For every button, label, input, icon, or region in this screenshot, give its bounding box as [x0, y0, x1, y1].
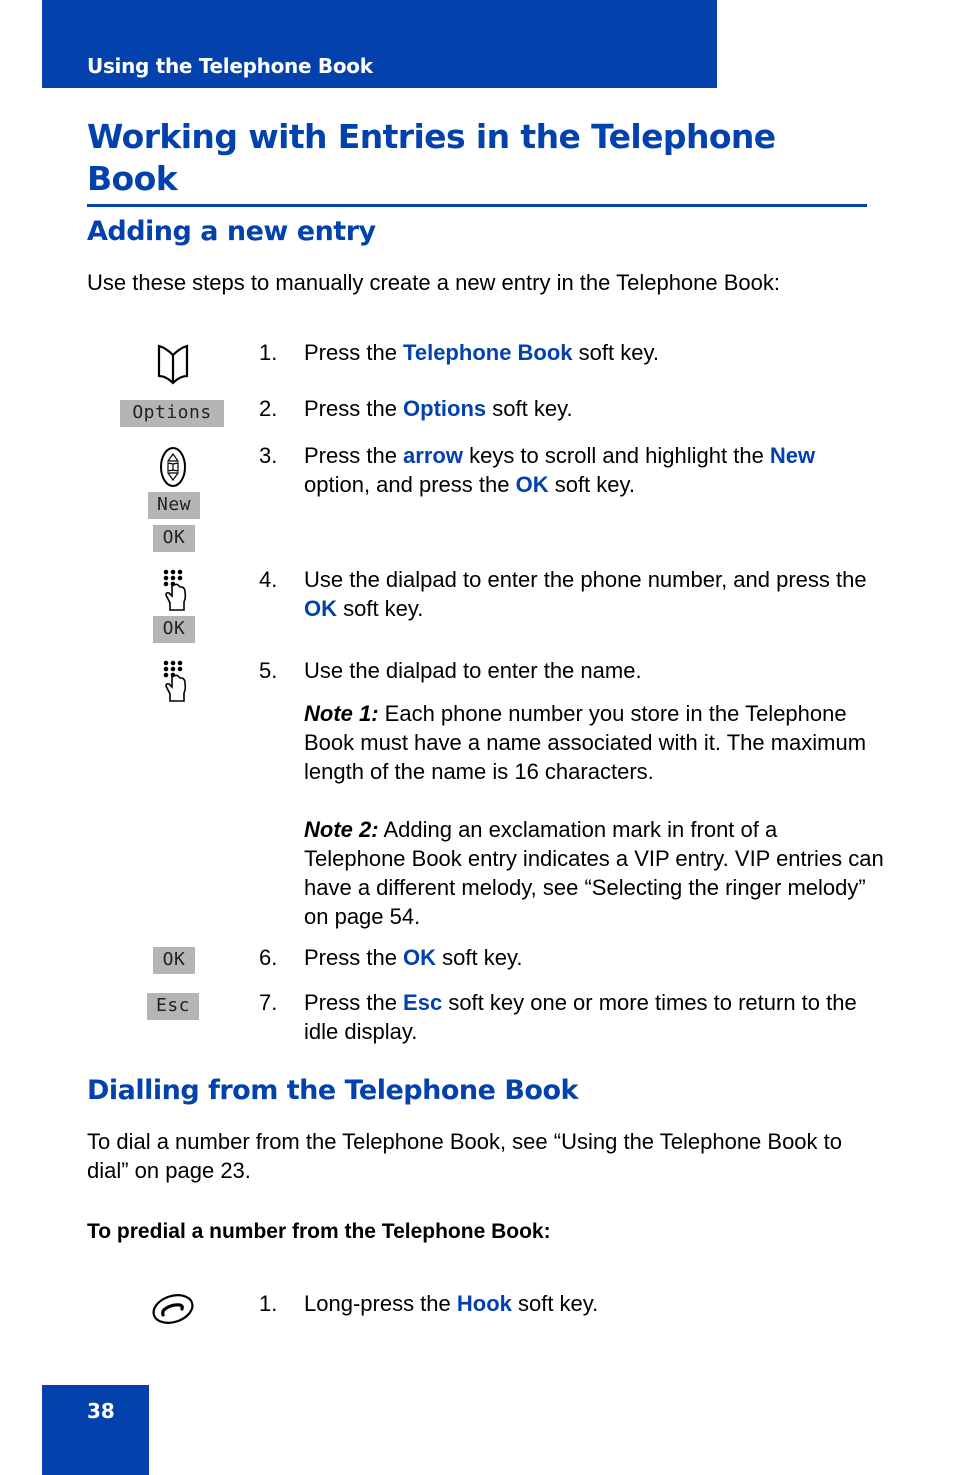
- heading-dialling: Dialling from the Telephone Book: [87, 1075, 578, 1106]
- adding-intro: Use these steps to manually create a new…: [87, 270, 781, 295]
- softkey-new: New: [148, 492, 200, 519]
- keyword: Hook: [456, 1291, 512, 1316]
- navigation-arrow-keys-icon: [160, 447, 186, 487]
- keyword: Telephone Book: [403, 340, 573, 365]
- softkey-ok: OK: [153, 525, 195, 552]
- softkey-ok: OK: [153, 947, 195, 974]
- keyword: Options: [403, 396, 487, 421]
- predial-step-1: 1. Long-press the Hook soft key.: [259, 1291, 599, 1316]
- keyword: OK: [304, 596, 337, 621]
- predial-subheading: To predial a number from the Telephone B…: [87, 1220, 551, 1243]
- note-1: Note 1: Each phone number you store in t…: [304, 701, 867, 784]
- heading-adding-entry: Adding a new entry: [87, 216, 376, 247]
- dialling-intro: To dial a number from the Telephone Book…: [87, 1129, 843, 1183]
- hook-handset-icon: [152, 1294, 194, 1324]
- dialpad-hand-icon: [163, 569, 187, 611]
- step-7: 7. Press the Esc soft key one or more ti…: [259, 990, 857, 1044]
- keyword: OK: [403, 945, 437, 970]
- softkey-esc: Esc: [147, 993, 199, 1020]
- step-3: 3. Press the arrow keys to scroll and hi…: [259, 443, 816, 497]
- note-2: Note 2: Adding an exclamation mark in fr…: [304, 817, 884, 929]
- dialpad-hand-icon: [163, 660, 187, 702]
- page-number-band: 38: [42, 1385, 149, 1475]
- step-2: 2. Press the Options soft key.: [259, 396, 573, 421]
- step-1: 1. Press the Telephone Book soft key.: [259, 340, 659, 365]
- page-number: 38: [87, 1399, 115, 1423]
- step-6: 6. Press the OK soft key.: [259, 945, 523, 970]
- page-title: Working with Entries in the Telephone Bo…: [87, 116, 867, 207]
- keyword: arrow: [403, 443, 463, 468]
- telephone-book-icon: [157, 344, 189, 385]
- step-5: 5. Use the dialpad to enter the name.: [259, 658, 642, 683]
- keyword: Esc: [403, 990, 443, 1015]
- step-4: 4. Use the dialpad to enter the phone nu…: [259, 567, 867, 621]
- softkey-ok: OK: [153, 616, 195, 643]
- softkey-options: Options: [120, 400, 224, 427]
- keyword: OK: [515, 472, 549, 497]
- keyword: New: [769, 443, 816, 468]
- header-band: Using the Telephone Book: [42, 0, 717, 88]
- section-title: Using the Telephone Book: [87, 54, 373, 78]
